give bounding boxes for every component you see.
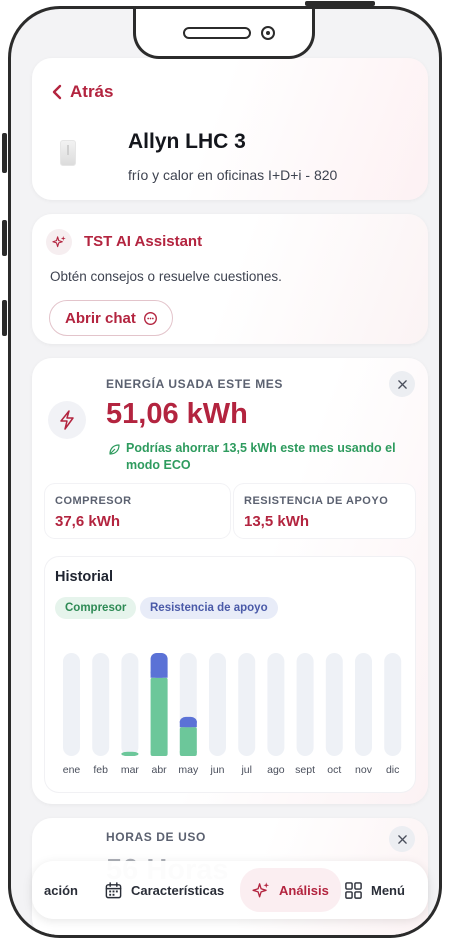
x-tick-label: feb xyxy=(93,764,108,776)
history-chart-panel: Historial Compresor Resistencia de apoyo… xyxy=(45,557,415,792)
assistant-title: TST AI Assistant xyxy=(84,233,203,250)
bottom-navigation: ación Características Análisis Menú xyxy=(32,861,428,919)
stat-value: 13,5 kWh xyxy=(244,513,310,530)
app-screen: Atrás Allyn LHC 3 frío y calor en oficin… xyxy=(11,9,439,935)
close-energy-button[interactable] xyxy=(389,371,415,397)
x-tick-label: ago xyxy=(267,764,285,776)
device-header-card: Atrás Allyn LHC 3 frío y calor en oficin… xyxy=(32,58,428,200)
x-tick-label: oct xyxy=(327,764,341,776)
bar-track xyxy=(121,653,139,756)
stat-label: RESISTENCIA DE APOYO xyxy=(244,495,389,507)
back-button[interactable]: Atrás xyxy=(50,82,113,102)
close-icon xyxy=(397,834,407,844)
close-icon xyxy=(397,379,407,389)
hours-label: HORAS DE USO xyxy=(106,830,206,844)
x-tick-label: nov xyxy=(355,764,373,776)
bar-track xyxy=(63,653,80,756)
bar-track xyxy=(296,653,314,756)
bar-track xyxy=(92,653,110,756)
nav-label: Análisis xyxy=(279,882,329,898)
device-name: Allyn LHC 3 xyxy=(128,130,246,153)
x-tick-label: dic xyxy=(386,764,399,776)
bar-compresor xyxy=(150,677,168,756)
x-tick-label: jul xyxy=(240,764,252,776)
chevron-left-icon xyxy=(52,84,62,100)
assistant-description: Obtén consejos o resuelve cuestiones. xyxy=(50,269,282,284)
nav-label: Menú xyxy=(371,882,405,898)
energy-label: ENERGÍA USADA ESTE MES xyxy=(106,377,283,391)
back-label: Atrás xyxy=(70,82,114,101)
device-subtitle: frío y calor en oficinas I+D+i - 820 xyxy=(128,167,338,183)
phone-frame: Atrás Allyn LHC 3 frío y calor en oficin… xyxy=(8,6,442,938)
chat-bubble-icon xyxy=(143,311,157,325)
bar-track xyxy=(325,653,343,756)
nav-item-menu[interactable]: Menú xyxy=(344,861,405,919)
eco-tip: Podrías ahorrar 13,5 kWh este mes usando… xyxy=(126,441,396,472)
bar-compresor-cap xyxy=(150,748,168,756)
bar-track xyxy=(267,653,285,756)
bar-track xyxy=(384,653,402,756)
nav-label: ación xyxy=(44,882,78,898)
calendar-icon xyxy=(105,881,122,898)
history-bar-chart: ene feb mar abr may jun jul ago sept oct nov dic xyxy=(63,653,402,776)
nav-item-analisis[interactable]: Análisis xyxy=(240,868,341,912)
x-tick-label: mar xyxy=(121,764,140,776)
lightning-icon xyxy=(48,401,86,439)
phone-notch xyxy=(133,9,315,59)
sparkles-icon xyxy=(46,229,72,255)
stat-value: 37,6 kWh xyxy=(55,513,121,530)
energy-value: 51,06 kWh xyxy=(106,398,248,430)
bar-resistencia-base xyxy=(179,721,197,728)
nav-label: Características xyxy=(131,882,225,898)
nav-item-ubicacion[interactable]: ación xyxy=(44,861,78,919)
bar-resistencia-base xyxy=(150,671,168,678)
camera-icon xyxy=(261,26,275,40)
close-hours-button[interactable] xyxy=(389,826,415,852)
phone-side-button xyxy=(2,220,7,256)
x-tick-label: ene xyxy=(63,764,81,776)
speaker-icon xyxy=(183,27,251,39)
ai-assistant-card: TST AI Assistant Obtén consejos o resuel… xyxy=(32,214,428,344)
bar-compresor-cap xyxy=(179,748,197,756)
open-chat-button[interactable]: Abrir chat xyxy=(49,300,173,336)
stat-label: COMPRESOR xyxy=(55,495,132,507)
phone-side-button xyxy=(2,300,7,336)
bar-track xyxy=(355,653,372,756)
x-tick-label: jun xyxy=(209,764,224,776)
stat-resistencia: RESISTENCIA DE APOYO 13,5 kWh xyxy=(234,484,415,538)
bar-track xyxy=(238,653,256,756)
bar-compresor-cap xyxy=(121,751,139,756)
grid-menu-icon xyxy=(345,881,362,899)
x-tick-label: abr xyxy=(152,764,168,776)
bar-track xyxy=(209,653,226,756)
open-chat-label: Abrir chat xyxy=(65,309,136,327)
sparkles-icon xyxy=(252,881,270,897)
stat-compresor: COMPRESOR 37,6 kWh xyxy=(45,484,230,538)
energy-usage-card: ENERGÍA USADA ESTE MES 51,06 kWh Podrías… xyxy=(32,358,428,804)
x-tick-label: may xyxy=(178,764,199,776)
device-thumbnail xyxy=(60,140,76,166)
leaf-icon xyxy=(109,444,120,455)
phone-side-button xyxy=(2,133,7,173)
x-tick-label: sept xyxy=(295,764,315,776)
nav-item-caracteristicas[interactable]: Características xyxy=(104,861,224,919)
